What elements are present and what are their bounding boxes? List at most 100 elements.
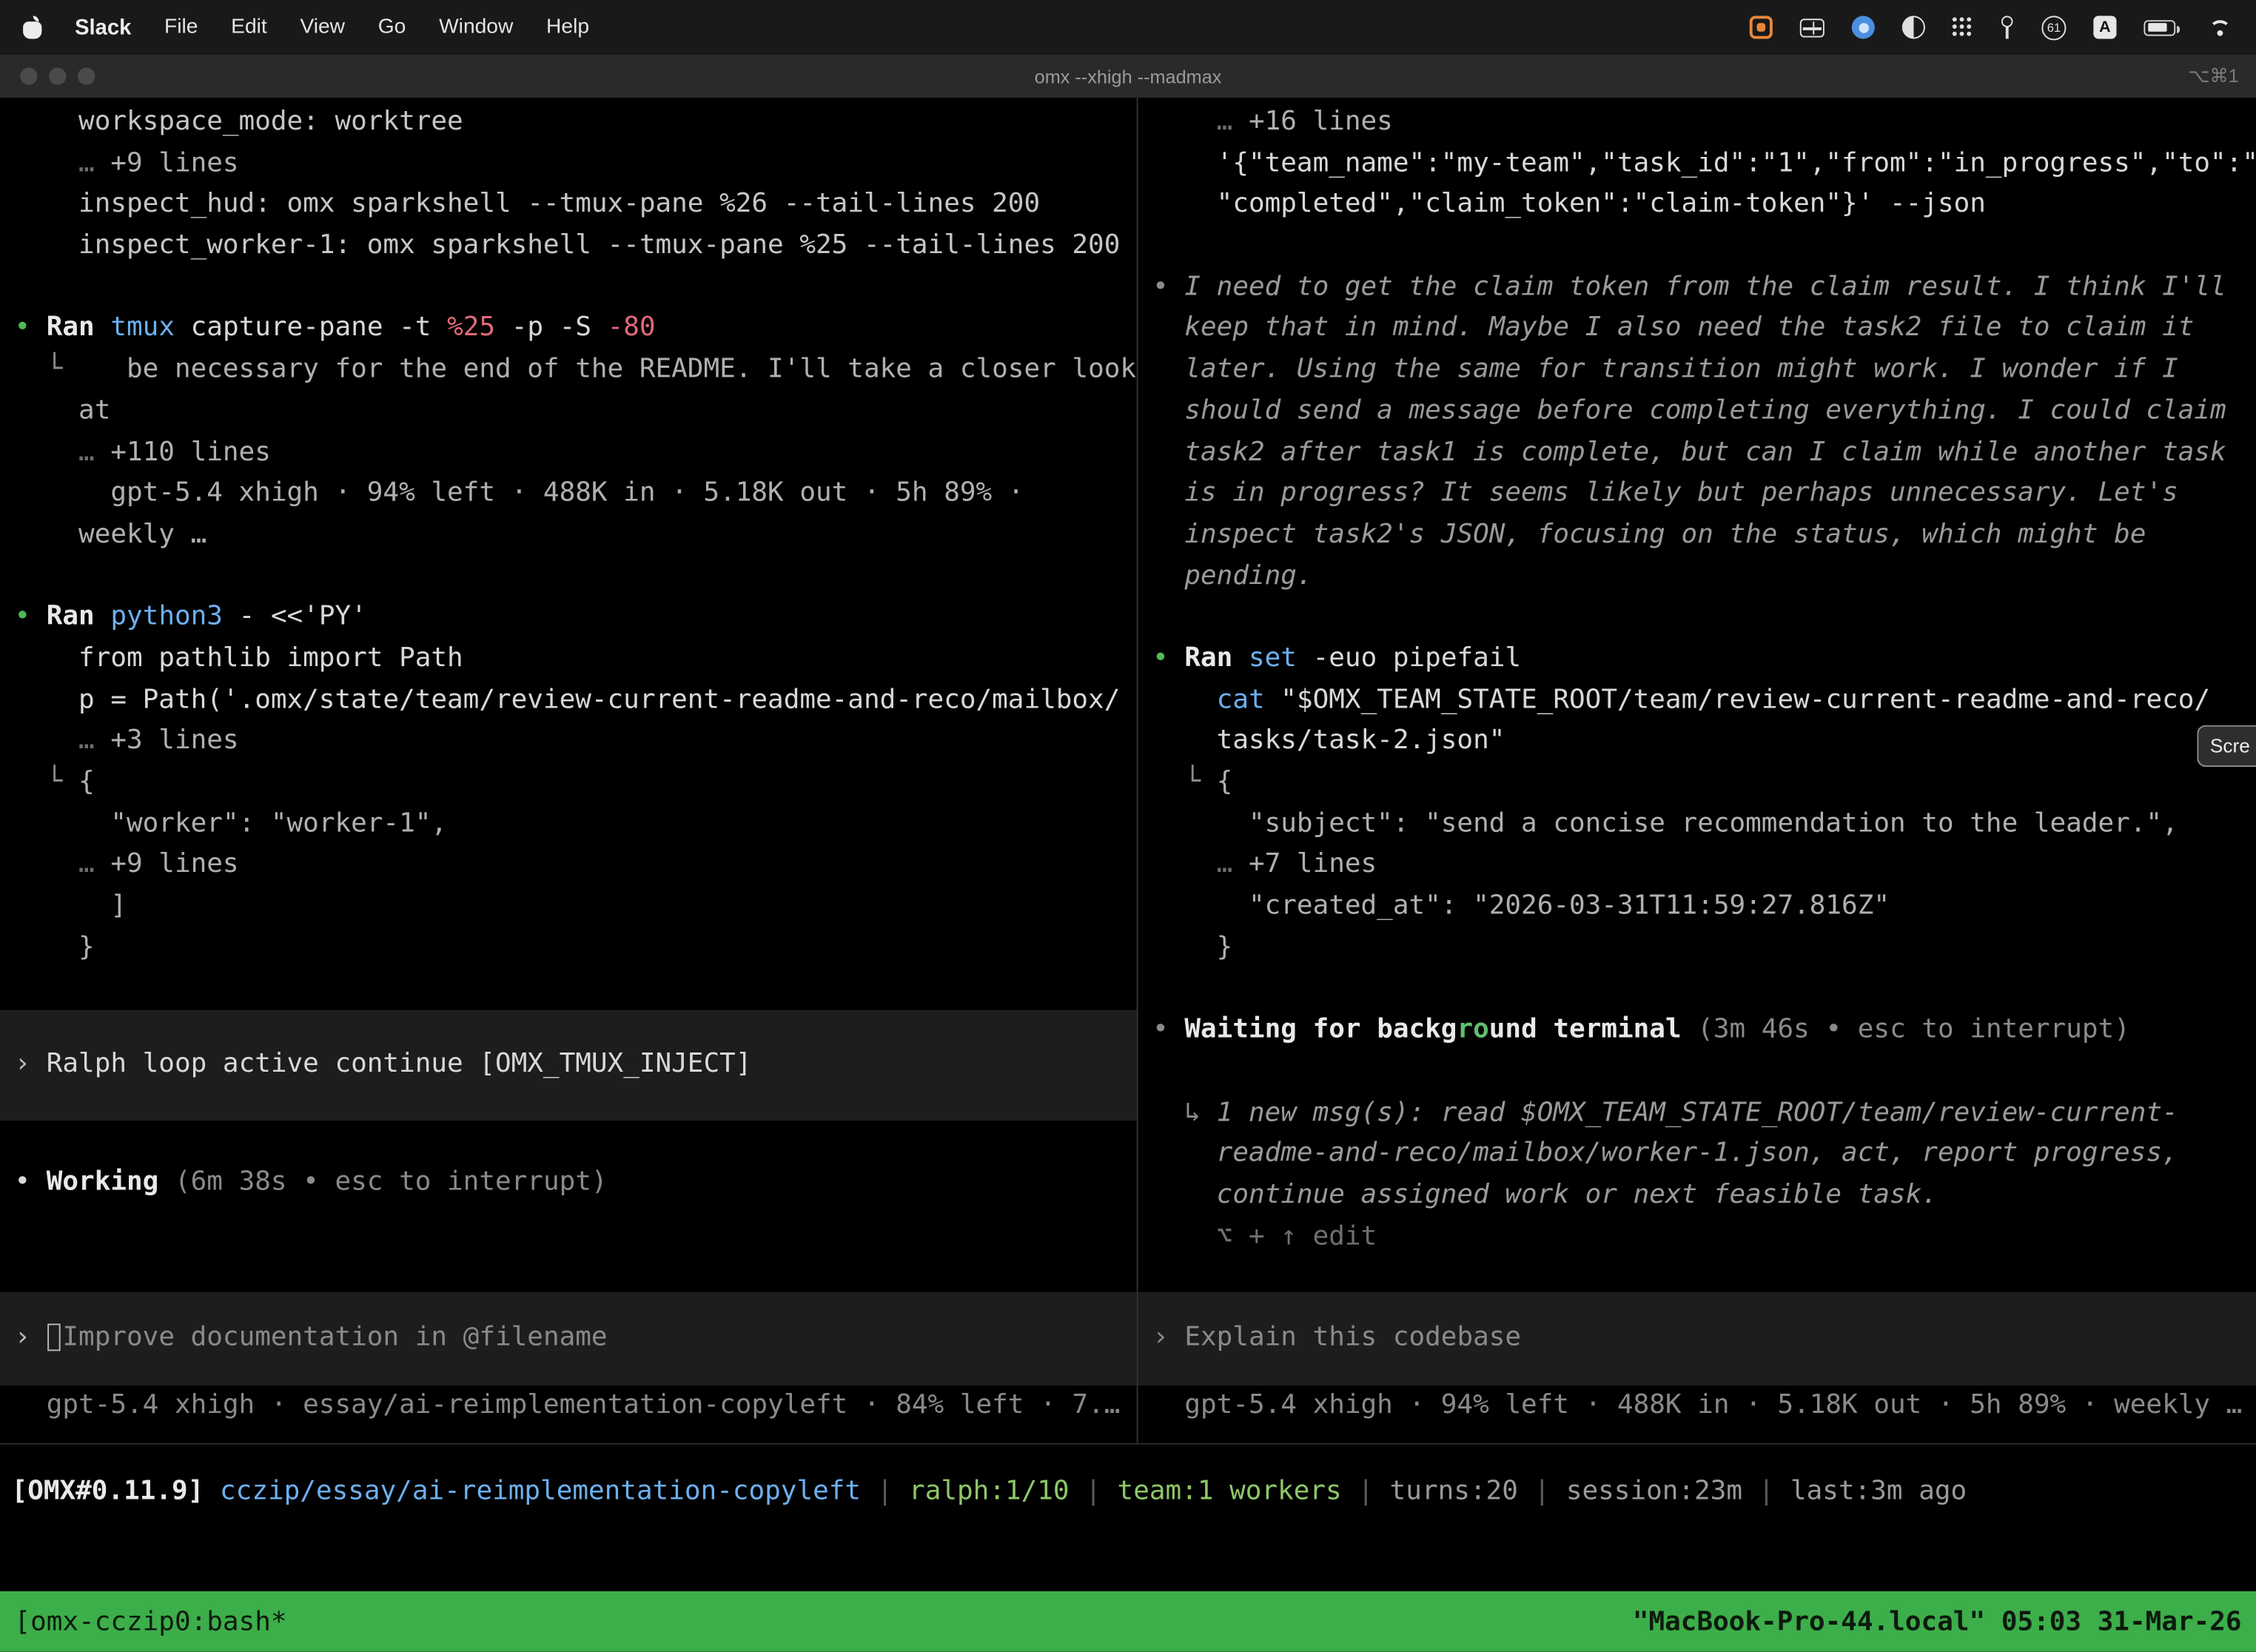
terminal-line: gpt-5.4 xhigh · 94% left · 488K in · 5.1… (1138, 1386, 2256, 1428)
terminal-line: readme-and-reco/mailbox/worker-1.json, a… (1138, 1134, 2256, 1175)
window-title-bar[interactable]: omx --xhigh --madmax ⌥⌘1 (0, 55, 2256, 99)
terminal-line: inspect task2's JSON, focusing on the st… (1138, 515, 2256, 557)
terminal-line: › Explain this codebase (1138, 1318, 2256, 1360)
terminal-line: } (0, 927, 1137, 969)
terminal-line (1138, 1052, 2256, 1093)
terminal-line: inspect_hud: omx sparkshell --tmux-pane … (0, 185, 1137, 226)
dots-grid-icon[interactable] (1953, 17, 1973, 37)
status-divider (0, 1443, 2256, 1445)
battery-icon[interactable] (2143, 19, 2175, 35)
terminal-line: at (0, 391, 1137, 432)
terminal-line: • Ran python3 - <<'PY' (0, 597, 1137, 639)
terminal-line: • I need to get the claim token from the… (1138, 267, 2256, 309)
terminal-line: • Ran tmux capture-pane -t %25 -p -S -80 (0, 309, 1137, 350)
menu-edit[interactable]: Edit (231, 16, 267, 38)
terminal-line: … +16 lines (1138, 102, 2256, 144)
screen-record-indicator-icon[interactable] (1750, 16, 1773, 38)
terminal-line (1138, 969, 2256, 1010)
terminal-line (0, 1121, 1137, 1162)
key-icon[interactable] (2000, 15, 2014, 39)
tmux-status-bar: [omx-cczip0:bash* "MacBook-Pro-44.local"… (0, 1591, 2256, 1652)
terminal-line: ] (0, 887, 1137, 928)
right-terminal-pane[interactable]: … +16 lines '{"team_name":"my-team","tas… (1138, 98, 2256, 1443)
message-box: › Ralph loop active continue [OMX_TMUX_I… (0, 1010, 1137, 1121)
terminal-line: inspect_worker-1: omx sparkshell --tmux-… (0, 226, 1137, 267)
menu-file[interactable]: File (164, 16, 198, 38)
input-source-icon[interactable]: A (2093, 16, 2116, 38)
terminal-line: from pathlib import Path (0, 639, 1137, 680)
terminal-line: keep that in mind. Maybe I also need the… (1138, 309, 2256, 350)
terminal-line: } (1138, 927, 2256, 969)
terminal-line: • Working (6m 38s • esc to interrupt) (0, 1162, 1137, 1203)
terminal-line: p = Path('.omx/state/team/review-current… (0, 680, 1137, 722)
right-pane-bottom: › Explain this codebase gpt-5.4 xhigh · … (1138, 1292, 2256, 1427)
terminal-line: └ { (1138, 762, 2256, 804)
window-manager-icon[interactable] (1800, 18, 1824, 36)
contrast-app-icon[interactable] (1902, 16, 1925, 38)
menu-app-name[interactable]: Slack (75, 15, 131, 39)
apple-menu-icon[interactable] (23, 16, 41, 38)
terminal-line: gpt-5.4 xhigh · 94% left · 488K in · 5.1… (0, 474, 1137, 515)
terminal-line: workspace_mode: worktree (0, 102, 1137, 144)
terminal-line: cat "$OMX_TEAM_STATE_ROOT/team/review-cu… (1138, 680, 2256, 722)
wifi-icon[interactable] (2207, 18, 2233, 36)
left-pane-content: workspace_mode: worktree … +9 lines insp… (0, 98, 1137, 1203)
terminal-line: • Waiting for background terminal (3m 46… (1138, 1010, 2256, 1052)
prompt-input-box[interactable]: › Explain this codebase (1138, 1292, 2256, 1386)
terminal-line: weekly … (0, 515, 1137, 557)
tmux-host-clock: "MacBook-Pro-44.local" 05:03 31-Mar-26 (1633, 1606, 2242, 1636)
terminal-line: • Ran set -euo pipefail (1138, 639, 2256, 680)
terminal-line: ⌥ + ↑ edit (1138, 1217, 2256, 1258)
omx-status-line: [OMX#0.11.9] cczip/essay/ai-reimplementa… (0, 1471, 2256, 1512)
window-shortcut: ⌥⌘1 (2188, 64, 2238, 87)
terminal-line: › Improve documentation in @filename (0, 1318, 1137, 1360)
terminal-line (1138, 597, 2256, 639)
screen: Slack File Edit View Go Window Help 61 A (0, 0, 2256, 1652)
menu-view[interactable]: View (300, 16, 345, 38)
terminal-line: "completed","claim_token":"claim-token"}… (1138, 185, 2256, 226)
terminal-line: '{"team_name":"my-team","task_id":"1","f… (1138, 144, 2256, 185)
terminal-line: "worker": "worker-1", (0, 804, 1137, 845)
macos-menu-bar: Slack File Edit View Go Window Help 61 A (0, 0, 2256, 55)
prompt-input-box[interactable]: › Improve documentation in @filename (0, 1292, 1137, 1386)
terminal-line: › Ralph loop active continue [OMX_TMUX_I… (0, 1045, 1137, 1087)
traffic-lights (20, 67, 95, 84)
menu-go[interactable]: Go (378, 16, 406, 38)
terminal-line: … +9 lines (0, 845, 1137, 887)
terminal-line: "subject": "send a concise recommendatio… (1138, 804, 2256, 845)
terminal-line (1138, 226, 2256, 267)
terminal-line: is in progress? It seems likely but perh… (1138, 474, 2256, 515)
terminal-line: should send a message before completing … (1138, 391, 2256, 432)
text-cursor (47, 1323, 63, 1353)
terminal-line (0, 969, 1137, 1010)
left-pane-bottom: › Improve documentation in @filename gpt… (0, 1292, 1137, 1427)
terminal-line: task2 after task1 is complete, but can I… (1138, 432, 2256, 474)
terminal-line: gpt-5.4 xhigh · essay/ai-reimplementatio… (0, 1386, 1137, 1428)
window-title: omx --xhigh --madmax (0, 65, 2256, 87)
terminal-line: … +110 lines (0, 432, 1137, 474)
terminal-line: … +9 lines (0, 144, 1137, 185)
terminal-line: tasks/task-2.json" (1138, 722, 2256, 763)
terminal-line: └ be necessary for the end of the README… (0, 350, 1137, 392)
menu-help[interactable]: Help (546, 16, 589, 38)
menu-window[interactable]: Window (439, 16, 513, 38)
terminal-line: … +3 lines (0, 722, 1137, 763)
left-terminal-pane[interactable]: workspace_mode: worktree … +9 lines insp… (0, 98, 1137, 1443)
minimize-button[interactable] (49, 67, 66, 84)
terminal-line (0, 267, 1137, 309)
terminal-line: └ { (0, 762, 1137, 804)
terminal-line (0, 556, 1137, 597)
terminal-line: later. Using the same for transition mig… (1138, 350, 2256, 392)
zoom-button[interactable] (78, 67, 95, 84)
terminal-line: pending. (1138, 556, 2256, 597)
blue-app-icon[interactable] (1852, 16, 1875, 38)
terminal-line: continue assigned work or next feasible … (1138, 1175, 2256, 1217)
terminal-line: … +7 lines (1138, 845, 2256, 887)
badge-61-icon[interactable]: 61 (2041, 15, 2066, 39)
terminal[interactable]: workspace_mode: worktree … +9 lines insp… (0, 98, 2256, 1443)
right-pane-content: … +16 lines '{"team_name":"my-team","tas… (1138, 98, 2256, 1258)
terminal-line: ↳ 1 new msg(s): read $OMX_TEAM_STATE_ROO… (1138, 1092, 2256, 1134)
close-button[interactable] (20, 67, 37, 84)
screen-share-popover[interactable]: Scre (2197, 725, 2256, 767)
tmux-session-label: [omx-cczip0:bash* (14, 1606, 286, 1636)
